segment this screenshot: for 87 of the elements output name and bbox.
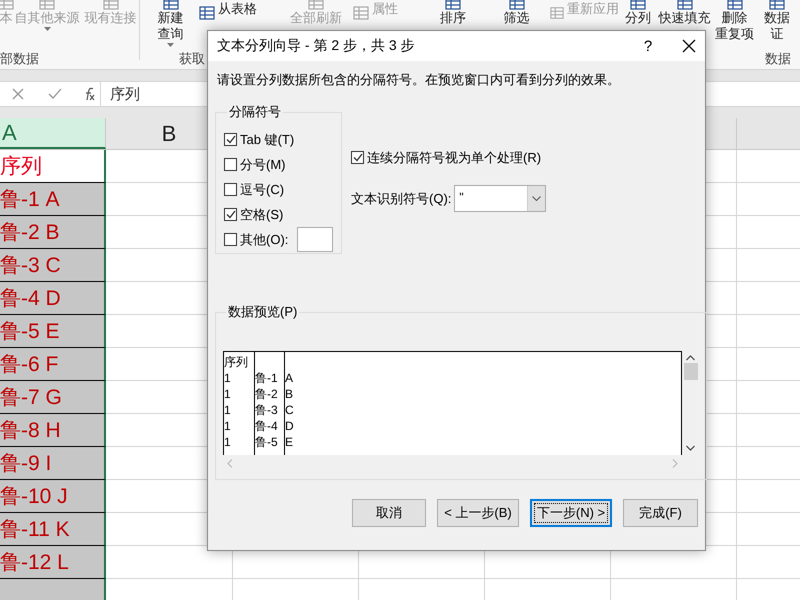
scroll-thumb[interactable] xyxy=(684,363,698,380)
checkbox[interactable] xyxy=(224,183,237,196)
caret-icon xyxy=(167,43,174,47)
chevron-down-icon xyxy=(532,196,542,201)
table-cell-text: 序列 xyxy=(0,154,42,180)
ribbon-button[interactable]: 数据 证 xyxy=(764,10,790,42)
grid-icon xyxy=(630,0,646,10)
preview-cell: 鲁-4 xyxy=(255,419,278,433)
group-label: 数据 xyxy=(765,51,791,66)
preview-cell: 鲁-1 xyxy=(255,371,278,385)
checkbox-label[interactable]: 分号(M) xyxy=(240,156,286,174)
table-cell-text: 鲁-2 B xyxy=(0,220,60,246)
table-cell-text: 鲁-3 C xyxy=(0,253,61,279)
grid-icon xyxy=(102,0,118,10)
group-label: 部数据 xyxy=(0,51,39,66)
instruction-text: 请设置分列数据所包含的分隔符号。在预览窗口内可看到分列的效果。 xyxy=(217,71,621,89)
dialog-button[interactable]: 完成(F) xyxy=(623,499,698,527)
grid-icon xyxy=(353,6,369,20)
preview-cell: 鲁-2 xyxy=(255,387,278,401)
grid-icon xyxy=(550,6,564,20)
table-cell-text: 鲁-5 E xyxy=(0,319,60,345)
grid-icon xyxy=(676,0,692,10)
preview-cell: A xyxy=(285,371,294,385)
ribbon-button[interactable]: 从表格 xyxy=(218,1,257,17)
group-legend: 数据预览(P) xyxy=(226,303,300,321)
table-cell-text: 鲁-9 I xyxy=(0,451,52,477)
table-cell-text: 鲁-10 J xyxy=(0,484,68,510)
checkbox-label[interactable]: 其他(O): xyxy=(240,230,288,248)
grid-icon xyxy=(39,0,55,10)
preview-cell: 鲁-3 xyxy=(255,403,278,417)
group-legend: 分隔符号 xyxy=(227,103,283,121)
field-label: 文本识别符号(Q): xyxy=(351,190,452,208)
checkbox[interactable] xyxy=(351,151,364,164)
column-header[interactable]: A xyxy=(0,118,106,149)
cancel-icon[interactable] xyxy=(12,88,24,100)
preview-cell: 1 xyxy=(224,387,231,401)
checkbox[interactable] xyxy=(224,133,237,146)
ribbon-button[interactable]: 新建 查询 xyxy=(158,10,184,42)
close-icon[interactable] xyxy=(682,39,696,53)
table-cell-text: 鲁-7 G xyxy=(0,385,62,411)
table-cell-text: 鲁-6 F xyxy=(0,352,58,378)
check-icon[interactable] xyxy=(48,88,62,100)
dialog-button[interactable]: 取消 xyxy=(352,499,426,527)
checkbox-label[interactable]: 连续分隔符号视为单个处理(R) xyxy=(367,148,542,166)
table-cell-text: 鲁-1 A xyxy=(0,187,60,213)
preview-cell: C xyxy=(285,403,294,417)
preview-cell: 鲁-5 xyxy=(255,435,278,449)
table-cell-text: 鲁-8 H xyxy=(0,418,61,444)
ribbon-button[interactable]: 排序 xyxy=(440,10,466,26)
preview-cell: B xyxy=(285,387,294,401)
input-field[interactable] xyxy=(297,227,334,252)
ribbon-button[interactable]: 分列 xyxy=(625,10,651,26)
preview-cell: 序列 xyxy=(224,355,248,369)
scroll-down-icon[interactable] xyxy=(686,445,695,451)
checkbox-label[interactable]: Tab 键(T) xyxy=(240,130,294,148)
grid-icon xyxy=(162,0,178,10)
dialog-button[interactable]: 下一步(N) > xyxy=(530,499,612,527)
scroll-up-icon[interactable] xyxy=(686,355,695,361)
checkbox[interactable] xyxy=(224,158,237,171)
preview-cell: 1 xyxy=(224,403,231,417)
grid-icon xyxy=(445,0,461,10)
ribbon-button[interactable]: 筛选 xyxy=(504,10,530,26)
table-cell-text: 鲁-12 L xyxy=(0,550,69,576)
window-title: 文本分列向导 - 第 2 步，共 3 步 xyxy=(217,37,416,55)
help-button[interactable]: ? xyxy=(638,38,658,54)
grid-icon xyxy=(308,0,324,10)
qualifier-dropdown[interactable]: " xyxy=(454,185,546,212)
preview-cell: 1 xyxy=(224,371,231,385)
grid-icon xyxy=(508,0,524,10)
checkbox[interactable] xyxy=(224,208,237,221)
preview-cell: 1 xyxy=(224,419,231,433)
group-label: 获取 xyxy=(179,51,205,66)
ribbon-button[interactable]: 删除 重复项 xyxy=(715,10,754,42)
preview-cell: D xyxy=(285,419,294,433)
checkbox-label[interactable]: 空格(S) xyxy=(240,206,284,224)
preview-cell: E xyxy=(285,435,294,449)
grid-icon xyxy=(199,6,215,20)
checkbox[interactable] xyxy=(224,233,237,246)
caret-icon xyxy=(44,27,50,31)
grid-icon xyxy=(769,0,785,10)
ribbon-button[interactable]: 快速填充 xyxy=(658,10,710,26)
checkbox-label[interactable]: 逗号(C) xyxy=(240,180,284,198)
preview-cell: 1 xyxy=(224,435,231,449)
grid-icon xyxy=(726,0,742,10)
table-cell-text: 鲁-11 K xyxy=(0,517,70,543)
dialog-button[interactable]: < 上一步(B) xyxy=(437,499,519,527)
table-cell-text: 鲁-4 D xyxy=(0,286,61,312)
